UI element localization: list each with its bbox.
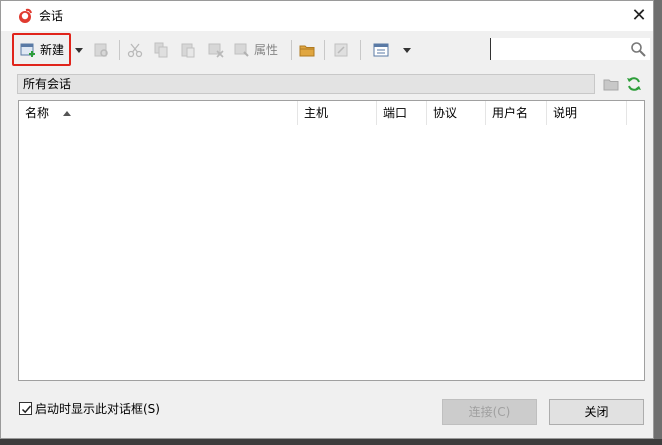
- toolbar-separator: [119, 40, 120, 60]
- window-title: 会话: [39, 9, 64, 23]
- column-label: 协议: [433, 106, 458, 120]
- view-mode-button[interactable]: [371, 39, 391, 61]
- new-dropdown-button[interactable]: [74, 39, 84, 61]
- new-folder-button[interactable]: [297, 39, 317, 61]
- view-dropdown-button[interactable]: [401, 39, 413, 61]
- column-label: 用户名: [492, 106, 529, 120]
- refresh-icon[interactable]: [626, 76, 642, 92]
- import-button[interactable]: [331, 39, 351, 61]
- session-list[interactable]: 名称 主机 端口 协议 用户名 说明: [18, 100, 645, 381]
- close-button[interactable]: 关闭: [549, 399, 644, 425]
- cut-button[interactable]: [125, 39, 145, 61]
- paste-button[interactable]: [178, 39, 198, 61]
- properties-label: 属性: [254, 43, 279, 57]
- folder-path: 所有会话: [23, 77, 72, 91]
- dropdown-arrow-icon: [75, 47, 83, 53]
- column-label: 主机: [304, 106, 329, 120]
- search-input[interactable]: [490, 38, 650, 60]
- sort-ascending-icon: [63, 111, 71, 116]
- new-button-highlight: [12, 33, 71, 66]
- paste-icon: [181, 43, 195, 58]
- column-header-username[interactable]: 用户名: [486, 101, 547, 125]
- toolbar-separator: [291, 40, 292, 60]
- column-label: 端口: [383, 106, 408, 120]
- open-session-button[interactable]: [91, 39, 111, 61]
- view-list-icon: [373, 43, 389, 57]
- column-header-protocol[interactable]: 协议: [427, 101, 486, 125]
- import-icon: [334, 43, 348, 57]
- close-icon[interactable]: ✕: [629, 6, 649, 26]
- copy-button[interactable]: [151, 39, 171, 61]
- properties-icon: [234, 43, 249, 57]
- folder-up-icon[interactable]: [603, 76, 619, 92]
- toolbar-separator: [360, 40, 361, 60]
- desktop-background: [654, 0, 662, 445]
- delete-button[interactable]: [206, 39, 226, 61]
- copy-icon: [154, 42, 168, 58]
- view-dropdown-icon: [403, 47, 411, 53]
- show-on-startup-checkbox[interactable]: [19, 402, 32, 415]
- search-icon[interactable]: [630, 41, 646, 57]
- title-bar: 会话 ✕: [1, 1, 653, 31]
- column-label: 名称: [25, 106, 50, 120]
- new-folder-icon: [299, 45, 315, 57]
- sessions-dialog: 会话 ✕ 新建 属性 所有会话 名称 主机 端口 协议 用户名 说明 启动时显示…: [0, 0, 654, 439]
- app-logo-icon: [19, 8, 32, 23]
- delete-icon: [208, 43, 224, 58]
- table-header: 名称 主机 端口 协议 用户名 说明: [19, 101, 644, 125]
- show-on-startup-label[interactable]: 启动时显示此对话框(S): [35, 401, 160, 417]
- column-header-port[interactable]: 端口: [377, 101, 427, 125]
- open-session-icon: [94, 43, 108, 57]
- checkmark-icon: [21, 405, 32, 414]
- properties-button[interactable]: 属性: [234, 39, 284, 61]
- column-header-name[interactable]: 名称: [19, 101, 298, 125]
- column-header-host[interactable]: 主机: [298, 101, 377, 125]
- column-label: 说明: [553, 106, 578, 120]
- connect-button[interactable]: 连接(C): [442, 399, 537, 425]
- folder-path-bar: 所有会话: [17, 74, 595, 94]
- taskbar-strip: [0, 439, 662, 445]
- dialog-footer: 启动时显示此对话框(S) 连接(C) 关闭: [1, 391, 653, 439]
- cut-icon: [127, 43, 143, 58]
- column-header-description[interactable]: 说明: [547, 101, 627, 125]
- toolbar-separator: [324, 40, 325, 60]
